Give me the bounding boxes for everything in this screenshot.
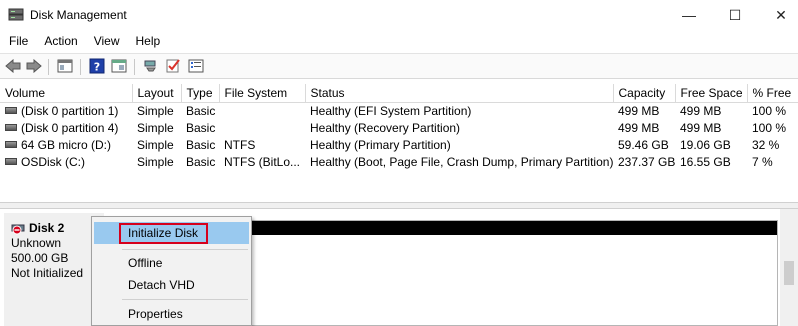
disk-label-panel[interactable]: Disk 2 Unknown 500.00 GB Not Initialized: [4, 213, 104, 326]
percent-free-cell: 100 %: [752, 103, 787, 118]
volume-name: 64 GB micro (D:): [21, 137, 112, 152]
column-header-percent-free[interactable]: % Free: [747, 84, 798, 103]
table-row[interactable]: (Disk 0 partition 4) Simple Basic Health…: [0, 119, 798, 136]
menu-help[interactable]: Help: [128, 30, 169, 52]
show-hide-console-tree-icon[interactable]: [56, 58, 74, 74]
menu-separator: [122, 249, 248, 250]
disk-error-icon: [11, 222, 27, 236]
menu-item-label: Detach VHD: [128, 278, 195, 292]
type-cell: Basic: [186, 103, 216, 118]
title-bar: Disk Management — ☐ ✕: [0, 0, 798, 30]
percent-free-cell: 32 %: [752, 137, 780, 152]
menu-item-offline[interactable]: Offline: [94, 252, 249, 274]
toolbar-separator: [80, 59, 81, 75]
volume-name: (Disk 0 partition 4): [21, 120, 119, 135]
volume-list: Volume Layout Type File System Status Ca…: [0, 84, 798, 202]
file-system-cell: NTFS (BitLo...: [224, 154, 301, 169]
disk-management-app-icon: [8, 8, 24, 22]
table-row[interactable]: 64 GB micro (D:) Simple Basic NTFS Healt…: [0, 136, 798, 153]
table-header: Volume Layout Type File System Status Ca…: [0, 84, 798, 103]
volume-name: OSDisk (C:): [21, 154, 85, 169]
column-header-type[interactable]: Type: [181, 84, 220, 103]
status-cell: Healthy (EFI System Partition): [310, 103, 472, 118]
free-space-cell: 19.06 GB: [680, 137, 731, 152]
pane-splitter[interactable]: [0, 202, 798, 209]
layout-cell: Simple: [137, 103, 174, 118]
layout-cell: Simple: [137, 154, 174, 169]
toolbar: ?: [0, 53, 798, 79]
volume-icon: [5, 157, 17, 165]
back-icon[interactable]: [4, 58, 22, 74]
file-system-cell: NTFS: [224, 137, 256, 152]
menu-bar: File Action View Help: [0, 30, 798, 52]
status-cell: Healthy (Primary Partition): [310, 137, 451, 152]
type-cell: Basic: [186, 120, 216, 135]
disk-name: Disk 2: [29, 221, 65, 235]
free-space-cell: 499 MB: [680, 103, 722, 118]
column-header-volume[interactable]: Volume: [0, 84, 133, 103]
column-header-capacity[interactable]: Capacity: [613, 84, 676, 103]
status-cell: Healthy (Boot, Page File, Crash Dump, Pr…: [310, 154, 613, 169]
capacity-cell: 499 MB: [618, 103, 660, 118]
help-icon[interactable]: ?: [88, 58, 106, 74]
capacity-cell: 59.46 GB: [618, 137, 669, 152]
menu-separator: [122, 299, 248, 300]
layout-cell: Simple: [137, 137, 174, 152]
volume-icon: [5, 107, 17, 115]
menu-view[interactable]: View: [86, 30, 128, 52]
capacity-cell: 237.37 GB: [618, 154, 675, 169]
layout-cell: Simple: [137, 120, 174, 135]
column-header-file-system[interactable]: File System: [219, 84, 306, 103]
table-row[interactable]: OSDisk (C:) Simple Basic NTFS (BitLo... …: [0, 153, 798, 170]
window-title: Disk Management: [30, 8, 127, 22]
percent-free-cell: 7 %: [752, 154, 773, 169]
menu-item-label: Properties: [128, 307, 183, 321]
free-space-cell: 16.55 GB: [680, 154, 731, 169]
column-header-layout[interactable]: Layout: [132, 84, 182, 103]
highlight-annotation-box: [119, 223, 208, 244]
maximize-button[interactable]: ☐: [712, 0, 758, 30]
context-menu: Initialize Disk Offline Detach VHD Prope…: [91, 216, 252, 326]
volume-name: (Disk 0 partition 1): [21, 103, 119, 118]
svg-text:?: ?: [94, 61, 100, 74]
connect-icon[interactable]: [142, 58, 160, 74]
vertical-scrollbar[interactable]: [780, 209, 798, 326]
toolbar-separator: [48, 59, 49, 75]
volume-icon: [5, 140, 17, 148]
capacity-cell: 499 MB: [618, 120, 660, 135]
type-cell: Basic: [186, 154, 216, 169]
check-icon[interactable]: [164, 58, 182, 74]
status-cell: Healthy (Recovery Partition): [310, 120, 461, 135]
menu-item-detach-vhd[interactable]: Detach VHD: [94, 274, 249, 296]
menu-file[interactable]: File: [0, 30, 36, 52]
toolbar-separator: [134, 59, 135, 75]
type-cell: Basic: [186, 137, 216, 152]
menu-item-initialize-disk[interactable]: Initialize Disk: [94, 222, 249, 244]
volume-icon: [5, 123, 17, 131]
close-button[interactable]: ✕: [758, 0, 798, 30]
file-system-cell: [219, 102, 305, 119]
table-row[interactable]: (Disk 0 partition 1) Simple Basic Health…: [0, 102, 798, 119]
column-header-free-space[interactable]: Free Space: [675, 84, 748, 103]
column-header-status[interactable]: Status: [305, 84, 614, 103]
forward-icon[interactable]: [25, 58, 43, 74]
list-icon[interactable]: [187, 58, 205, 74]
menu-item-label: Offline: [128, 256, 163, 270]
percent-free-cell: 100 %: [752, 120, 787, 135]
file-system-cell: [219, 119, 305, 136]
menu-item-properties[interactable]: Properties: [94, 303, 249, 325]
minimize-button[interactable]: —: [666, 0, 712, 30]
scrollbar-thumb[interactable]: [784, 261, 794, 285]
menu-action[interactable]: Action: [36, 30, 85, 52]
free-space-cell: 499 MB: [680, 120, 722, 135]
properties-icon[interactable]: [110, 58, 128, 74]
